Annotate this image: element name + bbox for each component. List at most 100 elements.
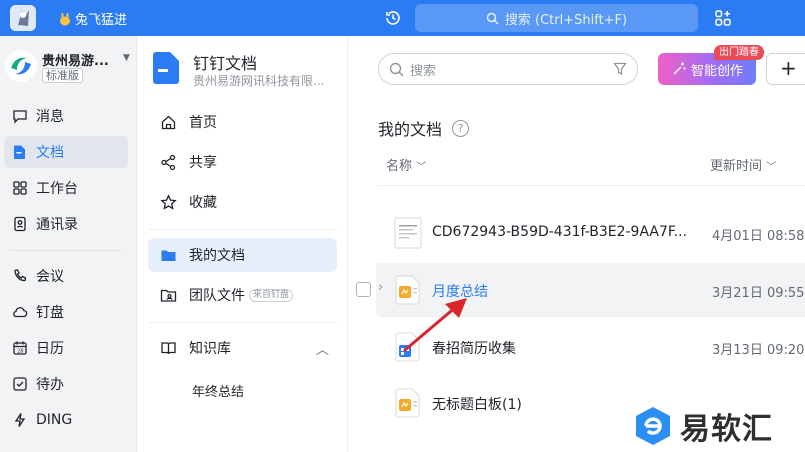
search-icon [486, 12, 499, 25]
docnav-item-shared[interactable]: 共享 [148, 145, 337, 179]
nav-label: 文档 [36, 145, 64, 161]
new-button[interactable]: + [766, 53, 805, 85]
annotation-arrow-icon [403, 298, 467, 352]
section-header: 我的文档 ? [378, 116, 470, 140]
nav-label: 工作台 [36, 181, 78, 197]
lightning-icon [14, 413, 26, 427]
column-header-updated[interactable]: 更新时间 ﹀ [710, 155, 776, 174]
nav-divider [10, 250, 122, 251]
row-time: 4月01日 08:58 [712, 229, 805, 244]
docs-search-placeholder: 搜索 [410, 63, 437, 79]
docnav-item-favorites[interactable]: 收藏 [148, 185, 337, 219]
org-logo [5, 50, 37, 82]
checkbox-icon [13, 377, 27, 391]
share-icon [161, 154, 176, 170]
column-time-label: 更新时间 [710, 159, 763, 174]
org-name: 贵州易游... [42, 54, 109, 69]
docnav-label: 收藏 [189, 195, 217, 211]
row-name: 无标题白板(1) [432, 397, 522, 413]
nav-label: 待办 [36, 377, 64, 393]
global-search-input[interactable]: 搜索 (Ctrl+Shift+F) [415, 4, 698, 32]
nav-item-calendar[interactable]: 28 日历 [4, 332, 128, 364]
smart-create-label: 智能创作 [690, 63, 743, 79]
header-divider [378, 185, 805, 186]
nav-label: 通讯录 [36, 217, 78, 233]
docnav-label: 首页 [189, 115, 217, 131]
watermark-logo [636, 407, 670, 445]
row-checkbox[interactable] [356, 282, 371, 297]
column-name-label: 名称 [386, 159, 413, 174]
nav-item-meeting[interactable]: 会议 [4, 260, 128, 292]
grid-icon [13, 181, 27, 195]
docnav-item-my-docs[interactable]: 我的文档 [148, 238, 337, 272]
filter-icon[interactable] [613, 62, 627, 76]
nav-label: 消息 [36, 109, 64, 125]
section-title: 我的文档 [378, 120, 443, 139]
nav-item-messages[interactable]: 消息 [4, 100, 128, 132]
docnav-label: 共享 [189, 155, 217, 171]
nav-label: 日历 [36, 341, 64, 357]
app-avatar[interactable] [10, 5, 36, 31]
book-icon [161, 341, 176, 354]
column-header-name[interactable]: 名称 ﹀ [386, 155, 426, 174]
history-icon[interactable] [384, 9, 402, 27]
org-switcher[interactable]: 贵州易游... ▼ 标准版 [5, 48, 135, 84]
from-drive-badge: 来自钉盘 [249, 288, 294, 302]
search-icon [389, 62, 404, 76]
message-icon [13, 110, 27, 124]
dingtalk-docs-logo [153, 52, 179, 84]
nav-item-todo[interactable]: 待办 [4, 368, 128, 400]
calendar-icon: 28 [13, 341, 27, 355]
nav-item-ding[interactable]: DING [4, 404, 128, 436]
docs-org-subtitle: 贵州易游网讯科技有限... [193, 74, 325, 88]
apps-add-icon[interactable] [714, 9, 732, 27]
nav-label: 钉盘 [36, 305, 64, 321]
top-bar: 兔飞猛进 搜索 (Ctrl+Shift+F) [0, 0, 805, 36]
caret-down-icon: ▼ [123, 53, 130, 63]
sparkle-wand-icon [673, 62, 686, 75]
document-thumbnail-icon [394, 217, 422, 249]
star-icon [160, 193, 177, 210]
watermark-text: 易软汇 [680, 412, 773, 447]
nav-label: DING [36, 412, 73, 428]
docs-title: 钉钉文档 [193, 54, 258, 73]
nav-item-drive[interactable]: 钉盘 [4, 296, 128, 328]
global-search-placeholder: 搜索 (Ctrl+Shift+F) [504, 12, 628, 28]
chevron-right-icon[interactable]: › [378, 280, 383, 295]
rabbit-icon [60, 12, 70, 25]
chevron-down-icon: ﹀ [766, 162, 777, 173]
docnav-item-knowledge-base[interactable]: 知识库 ︿ [148, 331, 337, 365]
nav-item-workbench[interactable]: 工作台 [4, 172, 128, 204]
home-icon [161, 115, 176, 129]
whiteboard-file-icon [395, 388, 420, 418]
kb-item-year-end-summary[interactable]: 年终总结 [192, 381, 244, 400]
table-row[interactable]: CD672943-B59D-431f-B3E2-9AA7F... 4月01日 0… [376, 206, 805, 260]
main-content: 搜索 智能创作 出门踏春 + 我的文档 ? 名称 ﹀ 更新时间 ﹀ CD6729… [348, 36, 805, 452]
contacts-icon [14, 216, 26, 232]
nav-item-contacts[interactable]: 通讯录 [4, 208, 128, 240]
user-tag-label: 兔飞猛进 [75, 13, 128, 28]
org-plan-badge: 标准版 [42, 68, 83, 83]
site-watermark: 易软汇 [634, 404, 804, 448]
docnav-divider [148, 322, 337, 323]
svg-text:28: 28 [17, 349, 23, 355]
chevron-down-icon: ﹀ [416, 162, 427, 173]
docs-sidebar: 钉钉文档 贵州易游网讯科技有限... 首页 共享 收藏 我的文档 团队文件 来自… [137, 36, 348, 452]
docnav-divider [148, 229, 337, 230]
main-nav: 贵州易游... ▼ 标准版 消息 文档 工作台 通讯录 会议 钉盘 28 日历 … [0, 36, 137, 452]
promo-badge: 出门踏春 [714, 45, 764, 60]
help-icon[interactable]: ? [452, 119, 470, 137]
docnav-label: 我的文档 [189, 248, 245, 264]
team-folder-icon [160, 289, 177, 302]
docnav-label: 知识库 [189, 341, 231, 357]
chevron-up-icon[interactable]: ︿ [316, 339, 329, 358]
docnav-label: 团队文件 [189, 288, 245, 304]
docs-search-input[interactable]: 搜索 [378, 53, 638, 85]
nav-label: 会议 [36, 269, 64, 285]
cloud-icon [13, 307, 28, 318]
docnav-item-team-files[interactable]: 团队文件 来自钉盘 [148, 278, 337, 312]
nav-item-docs[interactable]: 文档 [4, 136, 128, 168]
docnav-item-home[interactable]: 首页 [148, 105, 337, 139]
user-tag[interactable]: 兔飞猛进 [58, 9, 127, 28]
row-time: 3月21日 09:55 [712, 286, 805, 301]
